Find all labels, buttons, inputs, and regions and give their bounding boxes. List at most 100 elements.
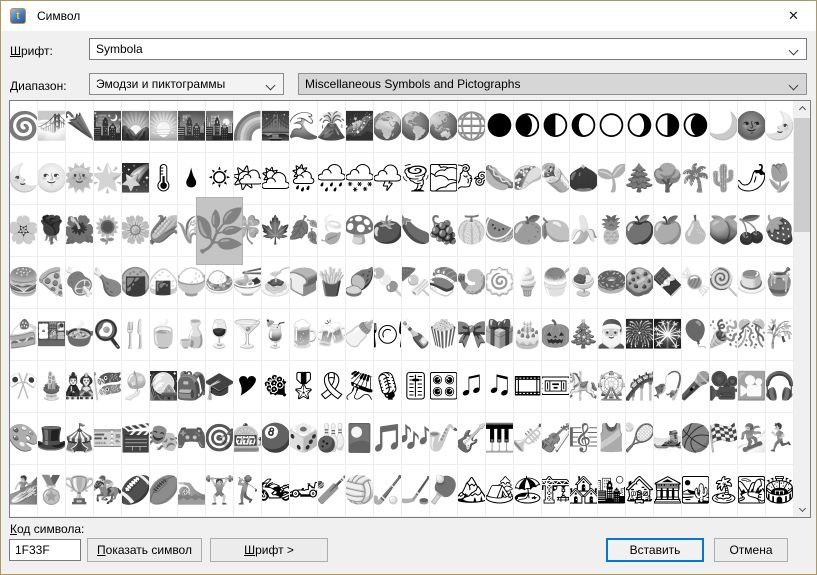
symbol-cell[interactable]: 🎖	[290, 361, 318, 413]
symbol-cell[interactable]: 🎕	[262, 361, 290, 413]
symbol-cell[interactable]: 🍔	[10, 257, 38, 309]
character-code-input[interactable]	[9, 539, 81, 561]
symbol-cell[interactable]: 🏚	[626, 465, 654, 517]
symbol-cell[interactable]: 🍉	[486, 205, 514, 257]
symbol-cell[interactable]: 🏏	[318, 465, 346, 517]
symbol-cell[interactable]: 🍲	[66, 309, 94, 361]
symbol-cell[interactable]: 🎂	[514, 309, 542, 361]
symbol-cell[interactable]: 🍑	[710, 205, 738, 257]
symbol-cell[interactable]: 🎦	[738, 361, 766, 413]
symbol-cell[interactable]: 🎌	[10, 361, 38, 413]
symbol-cell[interactable]: 🍓	[766, 205, 794, 257]
symbol-cell[interactable]: 🌥	[262, 153, 290, 205]
symbol-cell[interactable]: 🍳	[94, 309, 122, 361]
symbol-cell[interactable]: 🍙	[150, 257, 178, 309]
symbol-cell[interactable]: 🍞	[290, 257, 318, 309]
symbol-cell[interactable]: 🎑	[150, 361, 178, 413]
font-select[interactable]: Symbola	[89, 38, 807, 60]
symbol-cell[interactable]: 🏘	[570, 465, 598, 517]
symbol-cell[interactable]: 🍕	[38, 257, 66, 309]
symbol-cell[interactable]: 🎀	[458, 309, 486, 361]
symbol-cell[interactable]: 🎎	[66, 361, 94, 413]
symbol-cell[interactable]: 🍪	[626, 257, 654, 309]
symbol-cell[interactable]: 🍬	[682, 257, 710, 309]
symbol-cell[interactable]: 🌽	[150, 205, 178, 257]
symbol-cell[interactable]: 🌧	[318, 153, 346, 205]
symbol-cell[interactable]: 🍃	[318, 205, 346, 257]
symbol-cell[interactable]: 🍎	[626, 205, 654, 257]
symbol-cell[interactable]: 🎺	[514, 413, 542, 465]
symbol-cell[interactable]: 🎮	[178, 413, 206, 465]
cancel-button[interactable]: Отмена	[714, 538, 788, 562]
symbol-cell[interactable]: 🏓	[430, 465, 458, 517]
symbol-cell[interactable]: 🎍	[38, 361, 66, 413]
symbol-cell[interactable]: 🍈	[458, 205, 486, 257]
symbol-cell[interactable]: 🌜	[10, 153, 38, 205]
symbol-cell[interactable]: 🎰	[234, 413, 262, 465]
symbol-cell[interactable]: 🌺	[66, 205, 94, 257]
symbol-cell[interactable]: 🏇	[94, 465, 122, 517]
symbol-cell[interactable]: 🌭	[486, 153, 514, 205]
symbol-cell[interactable]: 🎽	[598, 413, 626, 465]
symbol-cell[interactable]: 🍥	[486, 257, 514, 309]
symbol-cell[interactable]: 🎧	[766, 361, 794, 413]
symbol-cell[interactable]: 🏑	[374, 465, 402, 517]
symbol-cell[interactable]: 🏅	[38, 465, 66, 517]
symbol-cell[interactable]: 🌙	[710, 101, 738, 153]
symbol-cell[interactable]: 🎹	[486, 413, 514, 465]
symbol-cell[interactable]: 🍼	[346, 309, 374, 361]
symbol-cell[interactable]: 🎨	[10, 413, 38, 465]
selected-symbol-cell[interactable]: 🌿	[196, 197, 243, 265]
symbol-cell[interactable]: 🍏	[654, 205, 682, 257]
symbol-cell[interactable]: 🌪	[402, 153, 430, 205]
symbol-cell[interactable]: 🌫	[430, 153, 458, 205]
symbol-cell[interactable]: 🍨	[570, 257, 598, 309]
symbol-cell[interactable]: 🌚	[738, 101, 766, 153]
symbol-cell[interactable]: 🎟	[542, 361, 570, 413]
show-symbol-button[interactable]: Показать символ	[87, 538, 202, 562]
symbol-cell[interactable]: 🌨	[346, 153, 374, 205]
symbol-cell[interactable]: 🌷	[766, 153, 794, 205]
symbol-cell[interactable]: 🏍	[262, 465, 290, 517]
symbol-cell[interactable]: 🎾	[626, 413, 654, 465]
symbol-cell[interactable]: 🍶	[178, 309, 206, 361]
symbol-cell[interactable]: 🌡	[150, 153, 178, 205]
symbol-cell[interactable]: 🍒	[738, 205, 766, 257]
symbol-cell[interactable]: 🍖	[66, 257, 94, 309]
symbol-cell[interactable]: 🌂	[66, 101, 94, 153]
symbol-cell[interactable]: 🏆	[66, 465, 94, 517]
symbol-cell[interactable]: 🏟	[766, 465, 794, 517]
symbol-cell[interactable]: 🌮	[514, 153, 542, 205]
symbol-cell[interactable]: 🌵	[710, 153, 738, 205]
symbol-cell[interactable]: 🏄	[10, 465, 38, 517]
symbol-cell[interactable]: 🎃	[542, 309, 570, 361]
symbol-cell[interactable]: 🎫	[94, 413, 122, 465]
symbol-cell[interactable]: 🌇	[206, 101, 234, 153]
symbol-cell[interactable]: 🌃	[94, 101, 122, 153]
symbol-cell[interactable]: 🍻	[318, 309, 346, 361]
symbol-cell[interactable]: 🎁	[486, 309, 514, 361]
symbol-cell[interactable]: 🎪	[66, 413, 94, 465]
symbol-cell[interactable]: 🏞	[738, 465, 766, 517]
symbol-cell[interactable]: 🌏	[430, 101, 458, 153]
symbol-cell[interactable]: 🎷	[430, 413, 458, 465]
symbol-cell[interactable]: 🏈	[122, 465, 150, 517]
symbol-cell[interactable]: 🎊	[738, 309, 766, 361]
symbol-cell[interactable]: 🌑	[486, 101, 514, 153]
symbol-cell[interactable]: 🎚	[402, 361, 430, 413]
symbol-cell[interactable]: 🌒	[514, 101, 542, 153]
symbol-cell[interactable]: 🏊	[178, 465, 206, 517]
symbol-cell[interactable]: 🍌	[570, 205, 598, 257]
symbol-cell[interactable]: 🌴	[682, 153, 710, 205]
symbol-cell[interactable]: 🎛	[430, 361, 458, 413]
symbol-cell[interactable]: 🍦	[514, 257, 542, 309]
symbol-cell[interactable]: 🍰	[10, 309, 38, 361]
symbol-cell[interactable]: 🎔	[234, 361, 262, 413]
symbol-cell[interactable]: 🎩	[38, 413, 66, 465]
symbol-cell[interactable]: 🍣	[430, 257, 458, 309]
close-icon[interactable]: ✕	[771, 1, 816, 31]
symbol-cell[interactable]: 🍄	[346, 205, 374, 257]
symbol-cell[interactable]: 🍢	[402, 257, 430, 309]
symbol-cell[interactable]: 🍺	[290, 309, 318, 361]
font-dialog-button[interactable]: Шрифт >	[210, 538, 328, 562]
